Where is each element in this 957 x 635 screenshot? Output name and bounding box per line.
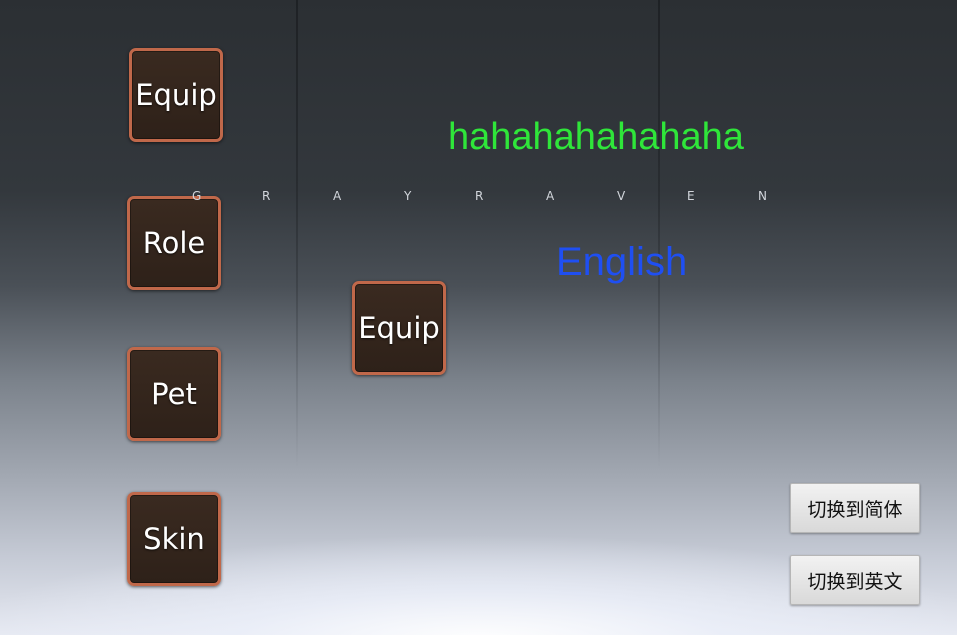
pet-button[interactable]: Pet [127,347,221,441]
logo-letter: Y [404,189,412,203]
game-scene: Equip Role Pet Skin Equip hahahahahahaha… [0,0,957,635]
background-pillar [658,0,660,470]
pet-button-label: Pet [151,377,197,411]
logo-letter: E [687,189,695,203]
role-button[interactable]: Role [127,196,221,290]
logo-letter: G [192,189,202,203]
skin-button-label: Skin [143,522,205,556]
logo-letter: V [617,189,626,203]
equip-button-label: Equip [135,78,217,112]
switch-to-simplified-button[interactable]: 切换到简体 [790,483,920,533]
language-text: English [556,240,688,284]
logo-letter: R [262,189,271,203]
headline-text: hahahahahahaha [448,116,744,158]
logo-letter: A [333,189,342,203]
logo-letter: A [546,189,555,203]
center-equip-button[interactable]: Equip [352,281,446,375]
equip-button[interactable]: Equip [129,48,223,142]
switch-to-english-button[interactable]: 切换到英文 [790,555,920,605]
role-button-label: Role [142,226,206,260]
center-equip-button-label: Equip [358,311,440,345]
logo-letter: N [758,189,767,203]
skin-button[interactable]: Skin [127,492,221,586]
background-pillar [296,0,298,470]
logo-letter: R [475,189,484,203]
